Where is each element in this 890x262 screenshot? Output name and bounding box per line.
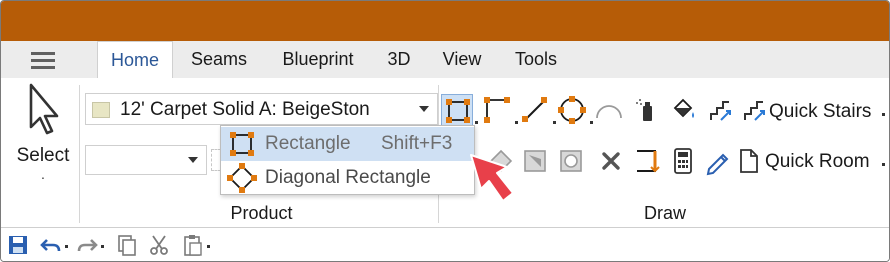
chevron-down-icon[interactable] [188,157,198,163]
calculator-button[interactable] [667,145,699,177]
quick-room-button[interactable] [733,145,765,177]
circle-icon [558,96,586,124]
tab-3d[interactable]: 3D [375,41,423,78]
pointer-icon [29,83,59,135]
circle-tool-button[interactable] [556,94,588,126]
dropdown-dot[interactable] [475,121,478,124]
circle-shape-button[interactable] [555,145,587,177]
dropdown-dot[interactable] [207,245,210,248]
line-icon [522,97,547,122]
quick-stairs-icon [744,101,765,121]
product-combobox[interactable]: 12' Carpet Solid A: BeigeSton [85,93,438,125]
arc-tool-button[interactable] [593,94,625,126]
dropdown-dot[interactable] [101,245,104,248]
rectangle-dropdown-menu: Rectangle Shift+F3 Diagonal Rectangle [220,125,475,195]
select-dropdown-indicator[interactable]: · [11,169,75,185]
pencil-icon [706,153,729,176]
save-icon[interactable] [7,234,29,256]
document-icon [740,149,758,173]
product-group-label: Product [230,203,293,223]
quick-stairs-button[interactable] [739,94,771,126]
calculator-icon [674,148,692,174]
dropdown-dot[interactable] [882,113,885,116]
chevron-down-icon[interactable] [419,106,429,112]
app-window: Home Seams Blueprint 3D View Tools Selec… [0,0,890,262]
delete-button[interactable] [595,145,627,177]
select-button[interactable]: Select · [11,81,75,191]
annotation-arrow-icon [470,154,514,202]
tab-home[interactable]: Home [97,41,173,78]
menu-item-diagonal-rectangle[interactable]: Diagonal Rectangle [221,161,474,195]
rectangle-icon [230,132,254,156]
product-combobox-value: 12' Carpet Solid A: BeigeSton [120,99,370,120]
fill-tool-button[interactable] [667,94,699,126]
close-icon [602,152,620,170]
dropdown-dot[interactable] [882,163,885,166]
redo-icon[interactable] [75,234,99,256]
rectangle-tool-button[interactable] [441,94,473,126]
select-label: Select [16,145,70,166]
menu-item-shortcut: Shift+F3 [381,133,453,154]
divider [79,85,80,223]
polyline-icon [484,97,510,123]
spray-can-icon [636,99,652,121]
stairs-tool-button[interactable] [705,94,737,126]
stairs-icon [710,101,731,121]
rectangle-icon [446,99,470,123]
room-tool-button[interactable] [631,145,663,177]
cut-icon[interactable] [147,233,171,257]
menu-item-label: Rectangle [265,133,351,154]
tab-seams[interactable]: Seams [177,41,261,78]
quick-room-label[interactable]: Quick Room [765,151,870,173]
circle-shape-icon [560,150,582,172]
polyline-tool-button[interactable] [481,94,513,126]
copy-icon[interactable] [115,233,139,257]
diagonal-rectangle-icon [227,163,257,193]
dropdown-dot[interactable] [515,121,518,124]
paint-bucket-icon [673,98,694,118]
secondary-combobox[interactable] [85,145,207,175]
dropdown-dot[interactable] [65,245,68,248]
line-tool-button[interactable] [519,94,551,126]
paste-icon[interactable] [181,233,205,257]
tab-tools[interactable]: Tools [501,41,571,78]
quick-stairs-label[interactable]: Quick Stairs [769,101,871,123]
menu-item-rectangle[interactable]: Rectangle Shift+F3 [221,127,474,161]
room-corner-icon [637,150,660,173]
menu-icon[interactable] [31,52,61,72]
title-bar [1,1,889,41]
undo-icon[interactable] [39,234,63,256]
arc-icon [596,105,622,119]
menu-item-label: Diagonal Rectangle [265,167,431,188]
corner-shape-icon [524,150,546,172]
product-color-swatch [92,102,110,118]
spray-tool-button[interactable] [631,94,663,126]
tab-blueprint[interactable]: Blueprint [265,41,371,78]
pen-tool-button[interactable] [701,145,733,177]
tab-view[interactable]: View [427,41,497,78]
corner-tool-button[interactable] [519,145,551,177]
